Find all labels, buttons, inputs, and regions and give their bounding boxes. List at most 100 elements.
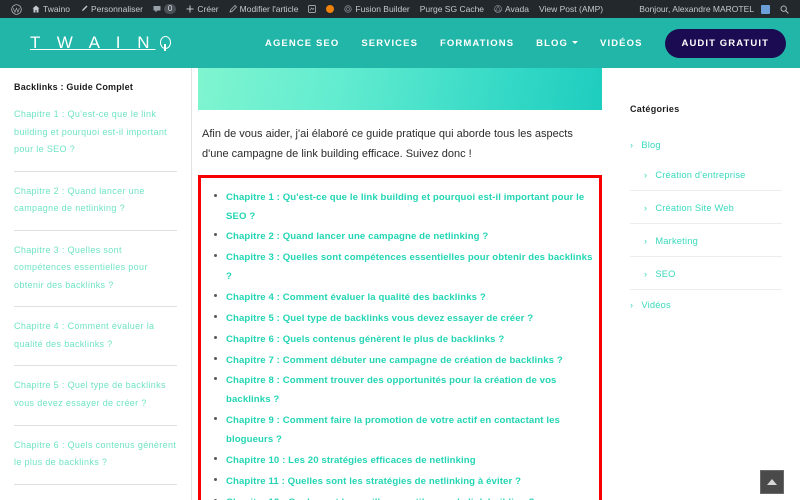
site-logo[interactable]: T W A I N: [30, 33, 172, 53]
list-item[interactable]: Chapitre 1 : Qu'est-ce que le link build…: [207, 187, 593, 225]
category-row-seo[interactable]: › SEO: [630, 257, 782, 290]
page-body: Backlinks : Guide Complet Chapitre 1 : Q…: [0, 68, 800, 500]
toc-link-6[interactable]: Chapitre 6 : Quels contenus génèrent le …: [14, 437, 177, 472]
category-row-creation-entreprise[interactable]: › Création d'entreprise: [630, 158, 782, 191]
chevron-right-icon: ›: [630, 300, 633, 310]
plus-icon: [186, 5, 194, 13]
chapter-link-4[interactable]: Chapitre 4 : Comment évaluer la qualité …: [226, 292, 486, 303]
toc-item[interactable]: Chapitre 7 : Comment débuter une campagn…: [14, 496, 177, 500]
comment-count-badge: 0: [163, 4, 177, 14]
admin-bar-label-purge-cache: Purge SG Cache: [419, 4, 485, 14]
admin-bar-item-purge-cache[interactable]: Purge SG Cache: [415, 0, 489, 18]
nav-item-blog[interactable]: BLOG: [536, 38, 579, 49]
toc-item[interactable]: Chapitre 3 : Quelles sont compétences es…: [14, 242, 177, 308]
category-link-blog[interactable]: Blog: [641, 140, 660, 150]
admin-bar-label-view-post: View Post (AMP): [538, 4, 604, 14]
audit-gratuit-button[interactable]: AUDIT GRATUIT: [664, 28, 786, 58]
chapter-link-10[interactable]: Chapitre 10 : Les 20 stratégies efficace…: [226, 455, 476, 466]
nav-item-formations[interactable]: FORMATIONS: [440, 38, 514, 49]
chapter-link-11[interactable]: Chapitre 11 : Quelles sont les stratégie…: [226, 476, 521, 487]
chapter-link-7[interactable]: Chapitre 7 : Comment débuter une campagn…: [226, 355, 563, 366]
admin-bar-account[interactable]: Bonjour, Alexandre MAROTEL: [634, 0, 775, 18]
admin-bar-item-fusion-builder[interactable]: Fusion Builder: [339, 0, 414, 18]
chapter-link-2[interactable]: Chapitre 2 : Quand lancer une campagne d…: [226, 231, 488, 242]
admin-bar-item-avada[interactable]: Avada: [489, 0, 534, 18]
admin-bar-item-view-post[interactable]: View Post (AMP): [534, 0, 608, 18]
chapter-link-12[interactable]: Chapitre 12 : Quels sont les meilleurs o…: [226, 497, 535, 500]
list-item[interactable]: Chapitre 5 : Quel type de backlinks vous…: [207, 308, 593, 327]
chevron-right-icon: ›: [644, 203, 647, 213]
chapter-link-3[interactable]: Chapitre 3 : Quelles sont compétences es…: [226, 252, 593, 282]
admin-bar-item-customize[interactable]: Personnaliser: [75, 0, 148, 18]
nav-item-videos[interactable]: VIDÉOS: [600, 38, 643, 49]
chapter-link-9[interactable]: Chapitre 9 : Comment faire la promotion …: [226, 415, 560, 445]
category-link-marketing[interactable]: Marketing: [655, 236, 698, 246]
intro-paragraph: Afin de vous aider, j'ai élaboré ce guid…: [202, 128, 573, 161]
categories-title: Catégories: [630, 104, 680, 114]
admin-bar-item-new[interactable]: Créer: [181, 0, 223, 18]
home-icon: [32, 5, 40, 13]
category-link-seo[interactable]: SEO: [655, 269, 675, 279]
chapters-list: Chapitre 1 : Qu'est-ce que le link build…: [207, 187, 593, 500]
toc-link-5[interactable]: Chapitre 5 : Quel type de backlinks vous…: [14, 377, 177, 412]
category-row-videos[interactable]: › Vidéos: [630, 290, 782, 318]
toc-link-4[interactable]: Chapitre 4 : Comment évaluer la qualité …: [14, 318, 177, 353]
category-link-videos[interactable]: Vidéos: [641, 300, 670, 310]
toc-link-3[interactable]: Chapitre 3 : Quelles sont compétences es…: [14, 242, 177, 295]
admin-bar-label-edit-post: Modifier l'article: [239, 4, 299, 14]
nav-item-services[interactable]: SERVICES: [361, 38, 418, 49]
category-link-creation-entreprise[interactable]: Création d'entreprise: [655, 170, 745, 180]
admin-bar-label-fusion-builder: Fusion Builder: [355, 4, 410, 14]
list-item[interactable]: Chapitre 11 : Quelles sont les stratégie…: [207, 471, 593, 490]
scroll-to-top-button[interactable]: [760, 470, 784, 494]
chapter-link-8[interactable]: Chapitre 8 : Comment trouver des opportu…: [226, 375, 556, 405]
admin-bar-item-status[interactable]: [321, 0, 339, 18]
admin-bar-item-comments[interactable]: 0: [148, 0, 181, 18]
category-row-creation-site-web[interactable]: › Création Site Web: [630, 191, 782, 224]
list-item[interactable]: Chapitre 12 : Quels sont les meilleurs o…: [207, 492, 593, 500]
site-logo-text: T W A I N: [30, 33, 156, 52]
list-item[interactable]: Chapitre 9 : Comment faire la promotion …: [207, 410, 593, 448]
category-row-marketing[interactable]: › Marketing: [630, 224, 782, 257]
chevron-right-icon: ›: [644, 236, 647, 246]
chapter-link-5[interactable]: Chapitre 5 : Quel type de backlinks vous…: [226, 313, 533, 324]
toc-title: Backlinks : Guide Complet: [14, 82, 134, 92]
admin-bar-item-seo[interactable]: [303, 0, 321, 18]
pencil-icon: [229, 5, 237, 13]
admin-bar-item-edit-post[interactable]: Modifier l'article: [224, 0, 304, 18]
toc-item[interactable]: Chapitre 5 : Quel type de backlinks vous…: [14, 377, 177, 426]
nav-label-videos: VIDÉOS: [600, 37, 643, 49]
chapter-link-6[interactable]: Chapitre 6 : Quels contenus génèrent le …: [226, 334, 504, 345]
toc-item[interactable]: Chapitre 4 : Comment évaluer la qualité …: [14, 318, 177, 367]
chevron-up-icon: [767, 479, 777, 485]
chapter-link-1[interactable]: Chapitre 1 : Qu'est-ce que le link build…: [226, 192, 584, 222]
categories-sidebar: Catégories › Blog › Création d'entrepris…: [610, 68, 800, 500]
wp-admin-bar: Twaino Personnaliser 0 Créer Modifier l'…: [0, 0, 800, 18]
search-icon[interactable]: [775, 0, 794, 18]
chevron-down-icon: [572, 41, 579, 45]
toc-item[interactable]: Chapitre 1 : Qu'est-ce que le link build…: [14, 106, 177, 172]
list-item[interactable]: Chapitre 10 : Les 20 stratégies efficace…: [207, 450, 593, 469]
nav-item-agence-seo[interactable]: AGENCE SEO: [265, 38, 339, 49]
list-item[interactable]: Chapitre 7 : Comment débuter une campagn…: [207, 350, 593, 369]
list-item[interactable]: Chapitre 8 : Comment trouver des opportu…: [207, 370, 593, 408]
category-link-creation-site-web[interactable]: Création Site Web: [655, 203, 734, 213]
list-item[interactable]: Chapitre 3 : Quelles sont compétences es…: [207, 247, 593, 285]
list-item[interactable]: Chapitre 6 : Quels contenus génèrent le …: [207, 329, 593, 348]
toc-link-1[interactable]: Chapitre 1 : Qu'est-ce que le link build…: [14, 106, 177, 159]
seo-icon: [308, 5, 317, 13]
list-item[interactable]: Chapitre 2 : Quand lancer une campagne d…: [207, 226, 593, 245]
avada-icon: [494, 5, 502, 13]
admin-bar-label-customize: Personnaliser: [90, 4, 143, 14]
chapters-highlight-box: Chapitre 1 : Qu'est-ce que le link build…: [198, 174, 602, 500]
fusion-icon: [344, 5, 352, 13]
list-item[interactable]: Chapitre 4 : Comment évaluer la qualité …: [207, 287, 593, 306]
toc-item[interactable]: Chapitre 2 : Quand lancer une campagne d…: [14, 183, 177, 231]
toc-link-7[interactable]: Chapitre 7 : Comment débuter une campagn…: [14, 496, 177, 500]
toc-item[interactable]: Chapitre 6 : Quels contenus génèrent le …: [14, 437, 177, 485]
toc-link-2[interactable]: Chapitre 2 : Quand lancer une campagne d…: [14, 183, 177, 218]
admin-bar-item-site[interactable]: Twaino: [27, 0, 75, 18]
wordpress-logo-icon[interactable]: [6, 0, 27, 18]
nav-label-agence-seo: AGENCE SEO: [264, 37, 340, 49]
category-row-blog[interactable]: › Blog: [630, 130, 782, 158]
